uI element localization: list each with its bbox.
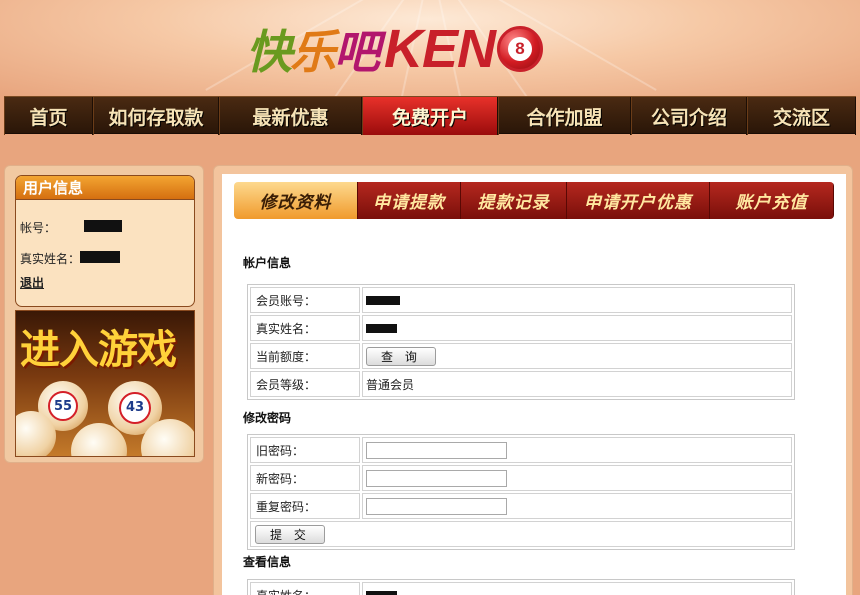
credit-value: 查 询 [362,343,792,369]
nav-item-forum[interactable]: 交流区 [747,97,856,135]
password-table: 旧密码： 新密码： 重复密码： 提 交 [247,434,795,550]
table-row: 新密码： [249,464,793,492]
table-row: 真实姓名： [249,314,793,342]
nav-item-partnership[interactable]: 合作加盟 [498,97,631,135]
tab-recharge[interactable]: 账户充值 [710,182,834,219]
logo-char-1: 快 [246,25,292,79]
nav-item-home[interactable]: 首页 [4,97,93,135]
realname-label: 真实姓名： [20,252,81,266]
lottery-ball-number: 8 [508,37,533,61]
repeat-password-cell [362,493,792,519]
account-value-redacted [84,220,122,232]
realname-label: 真实姓名： [250,315,360,341]
redacted-value [366,295,400,305]
section-title-view: 查看信息 [243,555,292,569]
table-row: 会员等级： 普通会员 [249,370,793,398]
old-password-label: 旧密码： [250,437,360,463]
nav-item-about[interactable]: 公司介绍 [631,97,747,135]
query-credit-button[interactable]: 查 询 [366,346,436,366]
new-password-cell [362,465,792,491]
submit-cell: 提 交 [250,521,792,547]
content-area: 修改资料 申请提款 提款记录 申请开户优惠 账户充值 帐户信息 会员账号： 真实… [222,174,846,595]
level-label: 会员等级： [250,371,360,397]
user-info-box: 用户信息 帐号： 真实姓名： 退出 [15,175,195,307]
ball-number: 55 [48,391,78,421]
nav-item-promotions[interactable]: 最新优惠 [219,97,362,135]
new-password-label: 新密码： [250,465,360,491]
credit-label: 当前额度： [250,343,360,369]
user-info-title: 用户信息 [16,176,194,200]
account-label: 帐号： [20,221,57,235]
account-info-table: 会员账号： 真实姓名： 当前额度： 查 询 会员等级： 普通会员 [247,284,795,400]
level-value: 普通会员 [362,371,792,397]
table-row: 会员账号： [249,286,793,314]
table-row: 当前额度： 查 询 [249,342,793,370]
logo-char-3: 吧 [334,25,380,79]
old-password-input[interactable] [366,441,507,459]
table-row: 旧密码： [249,436,793,464]
redacted-value [366,590,397,595]
tab-signup-bonus[interactable]: 申请开户优惠 [567,182,710,219]
tab-edit-profile[interactable]: 修改资料 [234,182,358,219]
enter-game-banner[interactable]: 进入游戏 55 43 [15,310,195,457]
section-title-password: 修改密码 [243,411,292,425]
nav-item-deposit-withdraw[interactable]: 如何存取款 [93,97,219,135]
new-password-input[interactable] [366,469,507,487]
realname-value-redacted [80,251,120,263]
member-account-label: 会员账号： [250,287,360,313]
view-realname-label: 真实姓名： [250,582,360,595]
left-sidebar: 用户信息 帐号： 真实姓名： 退出 进入游戏 55 43 [4,165,204,463]
enter-game-title: 进入游戏 [20,327,177,373]
redacted-value [366,323,397,333]
realname-value [362,315,792,341]
view-realname-value [362,582,792,595]
logo-keno-text: KEN [384,19,496,79]
ball-number: 43 [118,391,152,425]
submit-password-button[interactable]: 提 交 [255,524,325,544]
lottery-ball-icon: 8 [497,26,544,72]
table-row: 真实姓名： [249,581,793,595]
member-account-value [362,287,792,313]
account-tabs: 修改资料 申请提款 提款记录 申请开户优惠 账户充值 [234,182,834,219]
table-row: 重复密码： [249,492,793,520]
logo-char-2: 乐 [290,25,336,79]
section-title-account: 帐户信息 [243,256,292,270]
repeat-password-input[interactable] [366,497,507,515]
logout-link[interactable]: 退出 [20,274,44,291]
header: 快 乐 吧 KEN 8 [0,0,860,96]
tab-withdrawal-history[interactable]: 提款记录 [461,182,567,219]
nav-item-free-signup[interactable]: 免费开户 [362,97,498,135]
site-logo[interactable]: 快 乐 吧 KEN 8 [246,18,544,80]
main-nav: 首页 如何存取款 最新优惠 免费开户 合作加盟 公司介绍 交流区 [4,96,856,135]
main-panel: 修改资料 申请提款 提款记录 申请开户优惠 账户充值 帐户信息 会员账号： 真实… [213,165,853,595]
tab-request-withdrawal[interactable]: 申请提款 [358,182,461,219]
repeat-password-label: 重复密码： [250,493,360,519]
view-info-table: 真实姓名： [247,579,795,595]
old-password-cell [362,437,792,463]
table-row: 提 交 [249,520,793,548]
